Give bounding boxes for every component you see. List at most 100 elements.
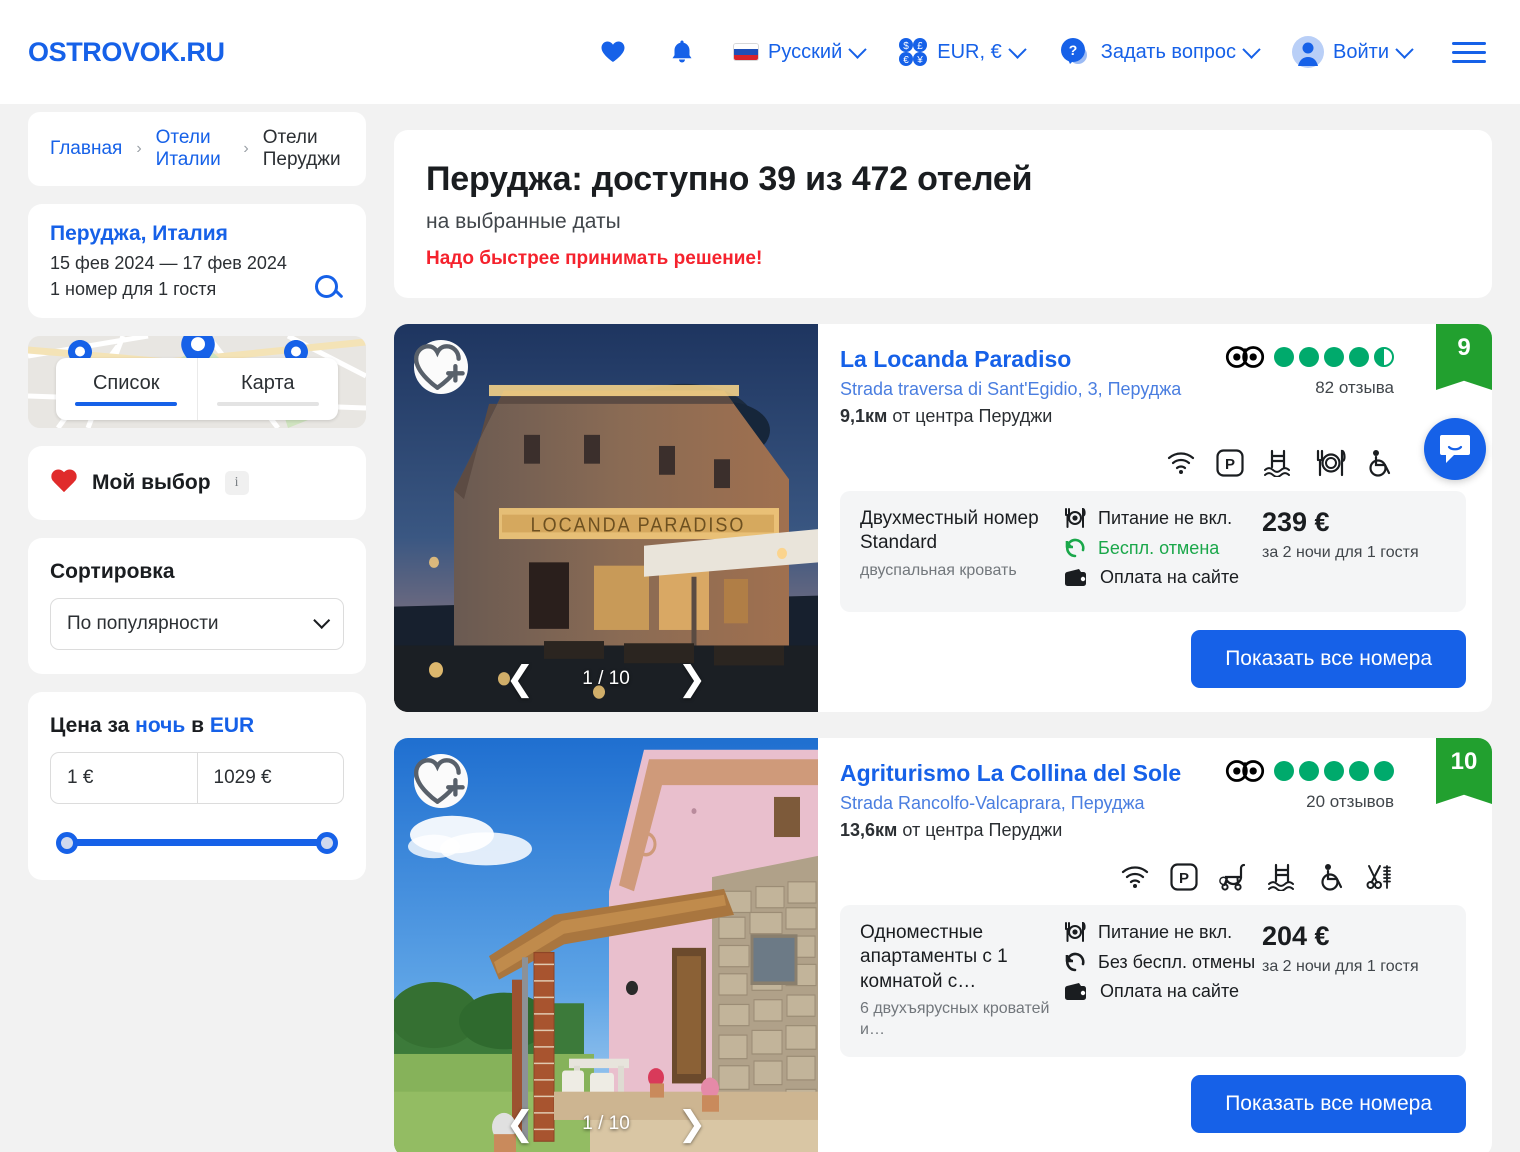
- chat-bubble-icon: [1440, 435, 1470, 463]
- map-preview[interactable]: Список Карта: [28, 336, 366, 429]
- search-summary-card[interactable]: Перуджа, Италия 15 фев 2024 — 17 фев 202…: [28, 204, 366, 319]
- wallet-icon: [1065, 982, 1086, 1000]
- hotel-rating: 20 отзывов 10: [1225, 738, 1492, 812]
- room-feature-cancellation: Беспл. отмена: [1064, 537, 1256, 559]
- chevron-down-icon: [848, 39, 867, 59]
- tab-map[interactable]: Карта: [196, 358, 339, 421]
- room-feature-label: Питание не вкл.: [1098, 507, 1233, 528]
- pool-icon: [1264, 449, 1290, 477]
- site-logo[interactable]: OSTROVOK.RU: [28, 37, 225, 68]
- room-title: Двухместный номер Standard: [860, 508, 1039, 554]
- hamburger-menu-icon[interactable]: [1428, 41, 1494, 63]
- room-bed: 6 двухъярусных кроватей и…: [860, 999, 1050, 1038]
- favorites-button[interactable]: [578, 40, 648, 64]
- header-actions: Русский $ £ € ¥ EUR, € ? Задать вопрос В…: [578, 35, 1494, 69]
- room-name-block: Двухместный номер Standard двуспальная к…: [860, 507, 1050, 596]
- hotel-cta-row: Показать все номера: [840, 630, 1466, 688]
- hotel-distance-value: 13,6км: [840, 820, 898, 840]
- wallet-icon: [1065, 568, 1086, 586]
- chevron-left-icon[interactable]: ❮: [506, 1107, 535, 1141]
- hotel-score-badge: 9: [1436, 324, 1492, 390]
- room-feature-meal: Питание не вкл.: [1064, 921, 1256, 943]
- slider-knob-min[interactable]: [56, 832, 78, 855]
- hotel-reviews-count: 82 отзыва: [1315, 378, 1394, 397]
- price-range-slider[interactable]: [56, 832, 338, 855]
- show-all-rooms-button[interactable]: Показать все номера: [1191, 630, 1466, 688]
- hotel-distance-text: от центра Перуджи: [887, 406, 1053, 426]
- sort-select[interactable]: По популярности: [50, 598, 344, 651]
- price-title-prefix: Цена за: [50, 714, 136, 738]
- show-all-rooms-button[interactable]: Показать все номера: [1191, 1074, 1466, 1133]
- login-label: Войти: [1333, 40, 1389, 63]
- search-guests[interactable]: 1 номер для 1 гостя: [50, 276, 287, 302]
- price-max-input[interactable]: 1029 €: [196, 753, 344, 804]
- meal-icon: [1065, 921, 1086, 942]
- chevron-right-icon[interactable]: ❯: [678, 1107, 707, 1141]
- sort-value: По популярности: [67, 613, 219, 635]
- breadcrumb-item-italy[interactable]: Отели Италии: [156, 127, 230, 171]
- chevron-left-icon[interactable]: ❮: [506, 662, 535, 696]
- refund-icon: [1065, 538, 1085, 558]
- price-period-link[interactable]: ночь: [135, 714, 185, 737]
- room-feature-label: Оплата на сайте: [1100, 567, 1239, 587]
- currency-label: EUR, €: [937, 40, 1002, 63]
- room-feature-label: Без беспл. отмены: [1098, 951, 1256, 972]
- add-to-favorites-button[interactable]: [414, 340, 468, 394]
- slider-knob-max[interactable]: [316, 832, 338, 855]
- price-title: Цена за ночь в EUR: [50, 714, 344, 738]
- urgency-message: Надо быстрее принимать решение!: [426, 248, 763, 269]
- photo-carousel: ❮ 1 / 10 ❯: [394, 1107, 818, 1141]
- add-to-favorites-button[interactable]: [414, 754, 468, 808]
- room-price-block: 204 € за 2 ночи для 1 гостя: [1256, 921, 1446, 1041]
- question-bubble-icon: ?: [1060, 38, 1087, 64]
- heart-plus-icon: [414, 758, 465, 804]
- hotel-card: ❮ 1 / 10 ❯ Agriturismo La Collina del So…: [394, 738, 1492, 1152]
- hotel-photo[interactable]: ❮ 1 / 10 ❯: [394, 738, 818, 1152]
- hotel-distance-value: 9,1км: [840, 406, 888, 426]
- language-label: Русский: [768, 40, 843, 63]
- room-feature-label: Беспл. отмена: [1098, 537, 1220, 558]
- room-feature-payment: Оплата на сайте: [1064, 981, 1256, 1002]
- currency-selector[interactable]: $ £ € ¥ EUR, €: [881, 37, 1040, 67]
- notifications-button[interactable]: [648, 39, 716, 65]
- logo-text: OSTROVOK.RU: [28, 36, 225, 67]
- breadcrumb-item-home[interactable]: Главная: [50, 138, 122, 160]
- room-offer[interactable]: Двухместный номер Standard двуспальная к…: [840, 491, 1466, 612]
- tab-list-label: Список: [92, 372, 160, 395]
- view-mode-tabs: Список Карта: [56, 358, 339, 421]
- hotel-name[interactable]: Agriturismo La Collina del Sole: [840, 760, 1181, 787]
- room-price-block: 239 € за 2 ночи для 1 гостя: [1256, 507, 1446, 596]
- room-bed: двуспальная кровать: [860, 561, 1017, 579]
- slider-track: [62, 839, 332, 847]
- language-selector[interactable]: Русский: [716, 39, 881, 64]
- russian-flag-icon: [733, 43, 760, 61]
- info-icon[interactable]: i: [224, 471, 249, 496]
- help-menu[interactable]: ? Задать вопрос: [1041, 35, 1275, 69]
- breadcrumb-row: Главная › Отели Италии › Отели Перуджи: [28, 104, 366, 186]
- salon-icon: [1366, 865, 1391, 889]
- hotel-details: Agriturismo La Collina del Sole Strada R…: [818, 738, 1492, 1152]
- hotel-name[interactable]: La Locanda Paradiso: [840, 346, 1181, 373]
- search-city[interactable]: Перуджа, Италия: [50, 222, 344, 246]
- hotel-card: LOCANDA PARADISO ❮ 1 / 10 ❯ La Locanda P…: [394, 324, 1492, 712]
- chat-support-button[interactable]: [1424, 418, 1486, 480]
- hotel-photo[interactable]: LOCANDA PARADISO ❮ 1 / 10 ❯: [394, 324, 818, 712]
- tab-list[interactable]: Список: [56, 358, 197, 420]
- hotel-address[interactable]: Strada Rancolfo-Valcaprara, Перуджа: [840, 793, 1181, 814]
- currency-icon: $ £ € ¥: [899, 38, 928, 66]
- price-title-mid: в: [185, 714, 210, 738]
- room-offer[interactable]: Одноместные апартаменты с 1 комнатой с… …: [840, 905, 1466, 1057]
- heart-plus-icon: [414, 344, 465, 390]
- search-dates[interactable]: 15 фев 2024 — 17 фев 2024: [50, 250, 287, 276]
- price-currency-link[interactable]: EUR: [210, 714, 254, 737]
- parking-icon: P: [1216, 449, 1244, 477]
- price-min-input[interactable]: 1 €: [51, 753, 197, 803]
- login-menu[interactable]: Войти: [1275, 36, 1428, 68]
- my-choice-card[interactable]: Мой выбор i: [28, 446, 366, 521]
- chevron-down-icon: [1395, 39, 1414, 59]
- search-icon[interactable]: [315, 275, 338, 299]
- hotel-score-badge: 10: [1436, 738, 1492, 804]
- chevron-right-icon[interactable]: ❯: [678, 662, 707, 696]
- hotel-address[interactable]: Strada traversa di Sant'Egidio, 3, Перуд…: [840, 379, 1181, 400]
- photo-carousel: ❮ 1 / 10 ❯: [394, 662, 818, 696]
